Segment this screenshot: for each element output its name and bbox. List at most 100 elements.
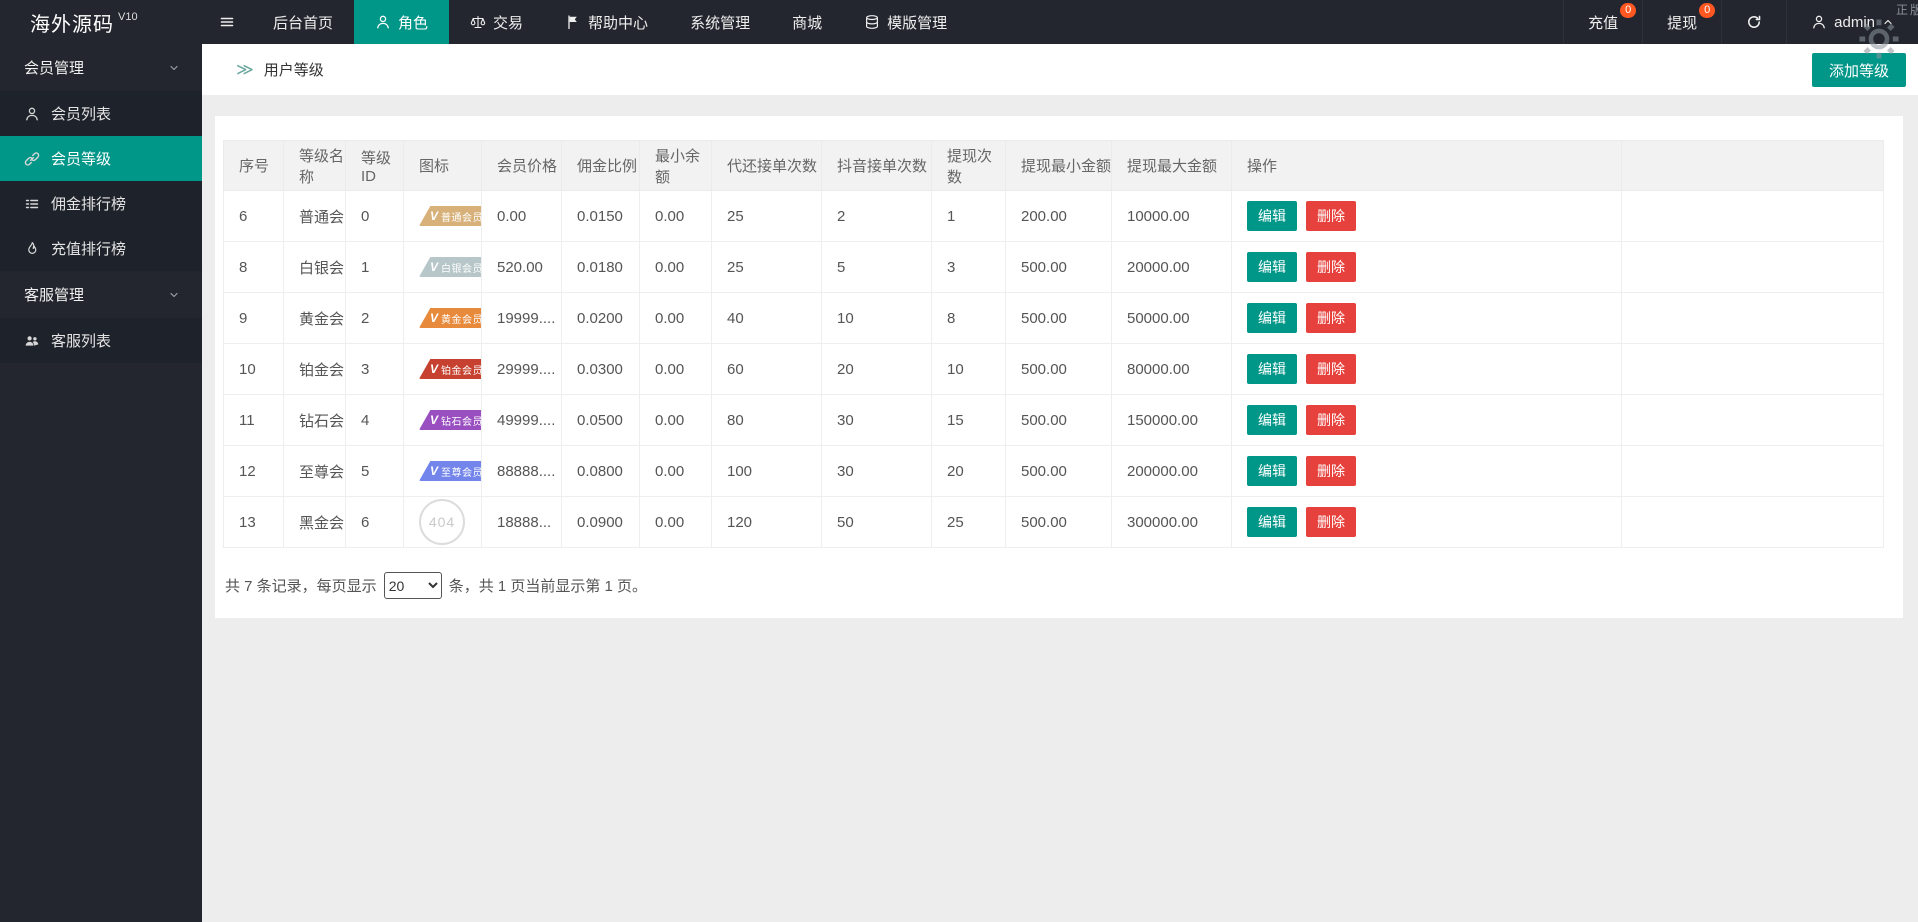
app-logo: 海外源码V10 (0, 0, 202, 44)
cell-withdraw-times: 10 (932, 344, 1006, 395)
cell-price: 49999.... (482, 395, 562, 446)
cell-filler (1622, 497, 1884, 548)
nav-item-home[interactable]: 后台首页 (252, 0, 354, 44)
table-row: 12至尊会员5V至尊会员88888....0.08000.00100302050… (224, 446, 1884, 497)
cell-icon: V铂金会员 (404, 344, 482, 395)
cell-actions: 编辑删除 (1232, 497, 1622, 548)
delete-button[interactable]: 删除 (1306, 354, 1356, 384)
level-badge-icon: V普通会员 (419, 206, 482, 226)
level-badge-icon: V黄金会员 (419, 308, 482, 328)
edit-button[interactable]: 编辑 (1247, 303, 1297, 333)
cell-repay-orders: 25 (712, 242, 822, 293)
level-badge-icon: V钻石会员 (419, 410, 482, 430)
refresh-icon (1746, 14, 1762, 30)
nav-item-system[interactable]: 系统管理 (669, 0, 771, 44)
cell-icon: V钻石会员 (404, 395, 482, 446)
table-row: 8白银会员1V白银会员520.000.01800.002553500.00200… (224, 242, 1884, 293)
cell-index: 10 (224, 344, 284, 395)
nav-item-label: 模版管理 (887, 12, 947, 33)
delete-button[interactable]: 删除 (1306, 405, 1356, 435)
sidebar-item-commission-rank[interactable]: 佣金排行榜 (0, 181, 202, 226)
nav-item-label: 商城 (792, 12, 822, 33)
table-header-row: 序号等级名称等级ID图标会员价格佣金比例最小余额代还接单次数抖音接单次数提现次数… (224, 141, 1884, 191)
edit-button[interactable]: 编辑 (1247, 456, 1297, 486)
cell-douyin-orders: 50 (822, 497, 932, 548)
cell-level-name: 至尊会员 (284, 446, 346, 497)
col-header-9: 提现次数 (932, 141, 1006, 191)
recharge-badge: 0 (1620, 3, 1636, 18)
cell-actions: 编辑删除 (1232, 446, 1622, 497)
scales-icon (470, 14, 486, 30)
delete-button[interactable]: 删除 (1306, 456, 1356, 486)
cell-actions: 编辑删除 (1232, 395, 1622, 446)
cell-level-name: 白银会员 (284, 242, 346, 293)
badge-v-mark: V (430, 311, 438, 325)
page-size-select[interactable]: 20 (384, 572, 442, 599)
edit-button[interactable]: 编辑 (1247, 201, 1297, 231)
chevron-down-icon (168, 289, 180, 301)
cell-price: 29999.... (482, 344, 562, 395)
levels-table: 序号等级名称等级ID图标会员价格佣金比例最小余额代还接单次数抖音接单次数提现次数… (223, 140, 1884, 548)
cell-level-id: 2 (346, 293, 404, 344)
cell-filler (1622, 395, 1884, 446)
delete-button[interactable]: 删除 (1306, 507, 1356, 537)
nav-item-role[interactable]: 角色 (354, 0, 449, 44)
cell-withdraw-times: 8 (932, 293, 1006, 344)
cell-icon: V普通会员 (404, 191, 482, 242)
delete-button[interactable]: 删除 (1306, 201, 1356, 231)
cell-icon: 404 (404, 497, 482, 548)
edit-button[interactable]: 编辑 (1247, 354, 1297, 384)
cell-actions: 编辑删除 (1232, 191, 1622, 242)
sidebar-item-member-list[interactable]: 会员列表 (0, 91, 202, 136)
content-card: 序号等级名称等级ID图标会员价格佣金比例最小余额代还接单次数抖音接单次数提现次数… (215, 116, 1903, 618)
cell-withdraw-times: 15 (932, 395, 1006, 446)
cell-filler (1622, 344, 1884, 395)
edit-button[interactable]: 编辑 (1247, 507, 1297, 537)
cell-withdraw-min: 500.00 (1006, 242, 1112, 293)
cell-min-balance: 0.00 (640, 497, 712, 548)
nav-item-label: 交易 (493, 12, 523, 33)
recharge-label: 充值 (1588, 12, 1618, 33)
table-row: 10铂金会员3V铂金会员29999....0.03000.00602010500… (224, 344, 1884, 395)
cell-index: 8 (224, 242, 284, 293)
cell-douyin-orders: 2 (822, 191, 932, 242)
delete-button[interactable]: 删除 (1306, 252, 1356, 282)
screen: 海外源码V10 后台首页角色 交易帮助中心系统管理商城 模版管理 充值 0 提现 0… (0, 0, 1918, 922)
nav-item-mall[interactable]: 商城 (771, 0, 843, 44)
cell-level-id: 1 (346, 242, 404, 293)
sidebar-toggle-button[interactable] (202, 0, 252, 44)
cell-commission: 0.0500 (562, 395, 640, 446)
cell-withdraw-min: 500.00 (1006, 344, 1112, 395)
sidebar-item-member-level[interactable]: 会员等级 (0, 136, 202, 181)
user-icon (24, 106, 40, 122)
breadcrumb-bar: ≫ 用户等级 添加等级 (202, 44, 1918, 95)
cell-withdraw-min: 200.00 (1006, 191, 1112, 242)
nav-item-trade[interactable]: 交易 (449, 0, 544, 44)
recharge-nav-item[interactable]: 充值 0 (1563, 0, 1642, 44)
sidebar-section-service-mgmt[interactable]: 客服管理 (0, 271, 202, 318)
nav-item-help[interactable]: 帮助中心 (544, 0, 669, 44)
delete-button[interactable]: 删除 (1306, 303, 1356, 333)
users-icon (24, 333, 40, 349)
cell-filler (1622, 191, 1884, 242)
cell-douyin-orders: 10 (822, 293, 932, 344)
refresh-button[interactable] (1721, 0, 1786, 44)
cell-repay-orders: 100 (712, 446, 822, 497)
pagination-text-prefix: 共 7 条记录，每页显示 (225, 575, 377, 596)
sidebar-item-label: 客服列表 (51, 330, 111, 351)
main-nav: 后台首页角色 交易帮助中心系统管理商城 模版管理 (202, 0, 1563, 44)
sidebar: 会员管理会员列表会员等级佣金排行榜充值排行榜客服管理客服列表 (0, 44, 202, 922)
sidebar-item-service-list[interactable]: 客服列表 (0, 318, 202, 363)
edit-button[interactable]: 编辑 (1247, 252, 1297, 282)
cell-withdraw-times: 1 (932, 191, 1006, 242)
cell-level-id: 0 (346, 191, 404, 242)
sidebar-section-member-mgmt[interactable]: 会员管理 (0, 44, 202, 91)
edit-button[interactable]: 编辑 (1247, 405, 1297, 435)
cell-withdraw-min: 500.00 (1006, 446, 1112, 497)
badge-label: 白银会员 (441, 260, 481, 275)
cell-withdraw-max: 50000.00 (1112, 293, 1232, 344)
nav-item-template[interactable]: 模版管理 (843, 0, 968, 44)
sidebar-item-recharge-rank[interactable]: 充值排行榜 (0, 226, 202, 271)
cell-min-balance: 0.00 (640, 446, 712, 497)
withdraw-nav-item[interactable]: 提现 0 (1642, 0, 1721, 44)
